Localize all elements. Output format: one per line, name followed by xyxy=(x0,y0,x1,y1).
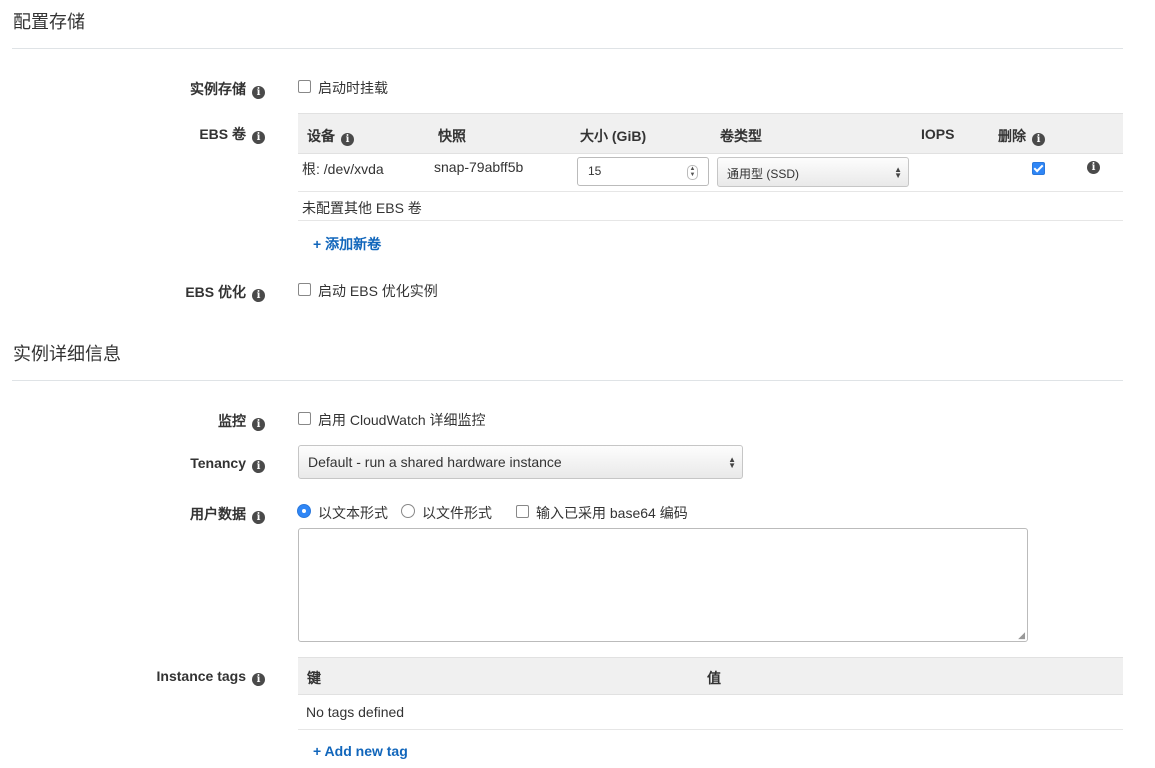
user-data-text-radio[interactable] xyxy=(297,504,311,518)
ebs-volumes-label-text: EBS 卷 xyxy=(199,126,246,142)
storage-section-title: 配置存储 xyxy=(13,12,85,32)
user-data-label-text: 用户数据 xyxy=(190,506,246,522)
base64-checkbox[interactable] xyxy=(516,505,529,518)
row-divider xyxy=(298,191,1123,192)
row-divider xyxy=(298,220,1123,221)
instance-tags-label: Instance tags i xyxy=(157,668,265,686)
no-other-volumes-text: 未配置其他 EBS 卷 xyxy=(302,200,422,216)
instance-store-label: 实例存储 i xyxy=(190,79,265,99)
select-arrows-icon: ▲ ▼ xyxy=(894,165,902,180)
user-data-file-radio-label[interactable]: 以文件形式 xyxy=(422,503,492,523)
tenancy-label-text: Tenancy xyxy=(190,455,246,471)
info-icon[interactable]: i xyxy=(252,289,265,302)
info-icon[interactable]: i xyxy=(252,511,265,524)
root-snapshot: snap-79abff5b xyxy=(434,159,524,175)
tags-table-header: 键 值 xyxy=(298,657,1123,695)
size-input[interactable]: 15 ▲ ▼ xyxy=(577,157,709,186)
monitoring-checkbox-label[interactable]: 启用 CloudWatch 详细监控 xyxy=(318,410,486,430)
instance-store-checkbox-label[interactable]: 启动时挂载 xyxy=(318,78,388,98)
info-icon[interactable]: i xyxy=(252,418,265,431)
divider xyxy=(12,380,1123,381)
info-icon[interactable]: i xyxy=(1032,133,1045,146)
user-data-textarea[interactable]: ◢ xyxy=(298,528,1028,642)
column-header-device: 设备 i xyxy=(307,126,354,146)
column-header-volume-type: 卷类型 xyxy=(720,128,762,144)
ebs-optimized-checkbox[interactable] xyxy=(298,283,311,296)
select-arrows-icon: ▲ ▼ xyxy=(728,455,736,470)
column-header-delete-text: 删除 xyxy=(998,128,1026,144)
instance-store-label-text: 实例存储 xyxy=(190,81,246,97)
user-data-text-radio-label[interactable]: 以文本形式 xyxy=(318,503,388,523)
root-device: 根: /dev/xvda xyxy=(302,161,384,177)
row-divider xyxy=(298,729,1123,730)
tenancy-selected-value: Default - run a shared hardware instance xyxy=(308,454,562,470)
ebs-optimized-checkbox-label[interactable]: 启动 EBS 优化实例 xyxy=(318,281,438,301)
ebs-volumes-label: EBS 卷 i xyxy=(199,124,265,144)
add-volume-link[interactable]: + 添加新卷 xyxy=(313,234,381,254)
no-tags-text: No tags defined xyxy=(306,704,405,720)
monitoring-checkbox[interactable] xyxy=(298,412,311,425)
add-tag-link[interactable]: + Add new tag xyxy=(313,743,408,759)
user-data-file-radio[interactable] xyxy=(401,504,415,518)
info-icon[interactable]: i xyxy=(252,673,265,686)
instance-tags-label-text: Instance tags xyxy=(156,668,246,684)
info-icon[interactable]: i xyxy=(252,131,265,144)
base64-checkbox-label[interactable]: 输入已采用 base64 编码 xyxy=(536,503,688,523)
column-header-value: 值 xyxy=(707,670,721,686)
column-header-snapshot: 快照 xyxy=(438,128,466,144)
info-icon[interactable]: i xyxy=(341,133,354,146)
info-icon[interactable]: i xyxy=(1087,161,1100,174)
divider xyxy=(12,48,1123,49)
info-icon[interactable]: i xyxy=(252,460,265,473)
details-section-title: 实例详细信息 xyxy=(13,344,121,364)
volume-type-value: 通用型 (SSD) xyxy=(727,167,800,181)
column-header-size: 大小 (GiB) xyxy=(580,128,647,144)
column-header-iops: IOPS xyxy=(921,126,955,142)
stepper-icon[interactable]: ▲ ▼ xyxy=(687,165,698,180)
ebs-table-header: 设备 i 快照 大小 (GiB) 卷类型 IOPS 删除 i xyxy=(298,113,1123,154)
tenancy-label: Tenancy i xyxy=(190,455,265,473)
monitoring-label-text: 监控 xyxy=(218,413,246,429)
user-data-label: 用户数据 i xyxy=(190,504,265,524)
volume-type-select[interactable]: 通用型 (SSD) ▲ ▼ xyxy=(717,157,909,187)
info-icon[interactable]: i xyxy=(252,86,265,99)
size-input-value: 15 xyxy=(588,164,602,178)
monitoring-label: 监控 i xyxy=(218,411,265,431)
ebs-optimized-label: EBS 优化 i xyxy=(185,282,265,302)
delete-on-termination-checkbox[interactable] xyxy=(1032,162,1045,175)
instance-store-checkbox[interactable] xyxy=(298,80,311,93)
resize-handle-icon[interactable]: ◢ xyxy=(1018,631,1025,640)
tenancy-select[interactable]: Default - run a shared hardware instance… xyxy=(298,445,743,479)
column-header-delete: 删除 i xyxy=(998,126,1045,146)
column-header-key: 键 xyxy=(307,670,321,686)
column-header-device-text: 设备 xyxy=(307,128,335,144)
ebs-optimized-label-text: EBS 优化 xyxy=(185,284,246,300)
